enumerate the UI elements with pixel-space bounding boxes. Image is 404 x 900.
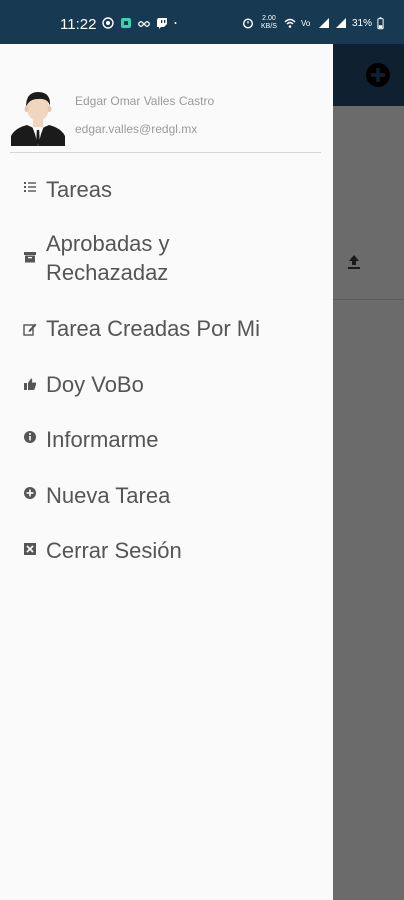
menu-item-nueva-tarea[interactable]: Nueva Tarea	[0, 479, 333, 515]
user-avatar-icon	[11, 92, 65, 146]
menu-item-label: Tareas	[46, 177, 113, 202]
archive-box-icon	[24, 252, 36, 263]
menu-item-tarea-creadas[interactable]: Tarea Creadas Por Mi	[0, 312, 333, 348]
status-time: 11:22	[60, 16, 97, 33]
menu-item-cerrar-sesion[interactable]: Cerrar Sesión	[0, 534, 333, 570]
menu-item-informarme[interactable]: Informarme	[0, 423, 333, 459]
svg-text:Vo: Vo	[301, 19, 311, 28]
system-status-icons: 2.00 KB/S Vo 31%	[242, 15, 384, 31]
user-name: Edgar Omar Valles Castro	[75, 94, 215, 108]
volte-icon: Vo	[301, 19, 311, 28]
dot-icon	[174, 22, 177, 24]
thumbs-up-icon	[24, 378, 37, 390]
status-bar: 11:22 2.00 KB/S Vo 31%	[0, 0, 404, 44]
notification-icons	[102, 17, 180, 29]
menu-item-label: Cerrar Sesión	[46, 538, 182, 563]
header-divider	[10, 152, 321, 153]
user-email: edgar.valles@redgl.mx	[75, 122, 198, 136]
plus-circle-icon	[24, 487, 36, 499]
edit-icon	[23, 323, 37, 336]
background-app[interactable]	[333, 44, 404, 900]
menu-item-label: Doy VoBo	[46, 372, 144, 397]
info-icon	[24, 431, 36, 443]
alarm-icon	[242, 18, 253, 29]
tasks-list-icon	[24, 182, 36, 192]
close-box-icon	[24, 543, 36, 555]
wifi-icon	[284, 18, 296, 28]
menu-item-label: Informarme	[46, 427, 159, 452]
menu-item-label: Tarea Creadas Por Mi	[46, 316, 260, 341]
menu-item-doy-vobo[interactable]: Doy VoBo	[0, 368, 333, 404]
app-icon	[121, 18, 131, 28]
data-speed: 2.00 KB/S	[261, 15, 277, 30]
menu-item-label: Aprobadas y Rechazadaz	[46, 231, 170, 285]
upload-icon[interactable]	[345, 253, 363, 271]
signal-icon	[335, 18, 346, 28]
navigation-drawer: Edgar Omar Valles Castro edgar.valles@re…	[0, 44, 333, 900]
background-list-item[interactable]	[333, 220, 404, 300]
menu-item-tareas[interactable]: Tareas	[0, 173, 333, 209]
glasses-icon	[138, 21, 150, 27]
add-circle-icon[interactable]	[365, 62, 391, 88]
signal-icon	[318, 18, 329, 28]
menu-item-aprobadas[interactable]: Aprobadas y Rechazadaz	[0, 229, 333, 289]
battery-level: 31%	[351, 17, 372, 29]
whatsapp-icon	[102, 17, 114, 29]
twitch-icon	[157, 18, 167, 29]
drawer-header: Edgar Omar Valles Castro edgar.valles@re…	[0, 44, 333, 153]
menu-item-label: Nueva Tarea	[46, 483, 171, 508]
battery-icon	[377, 16, 384, 29]
